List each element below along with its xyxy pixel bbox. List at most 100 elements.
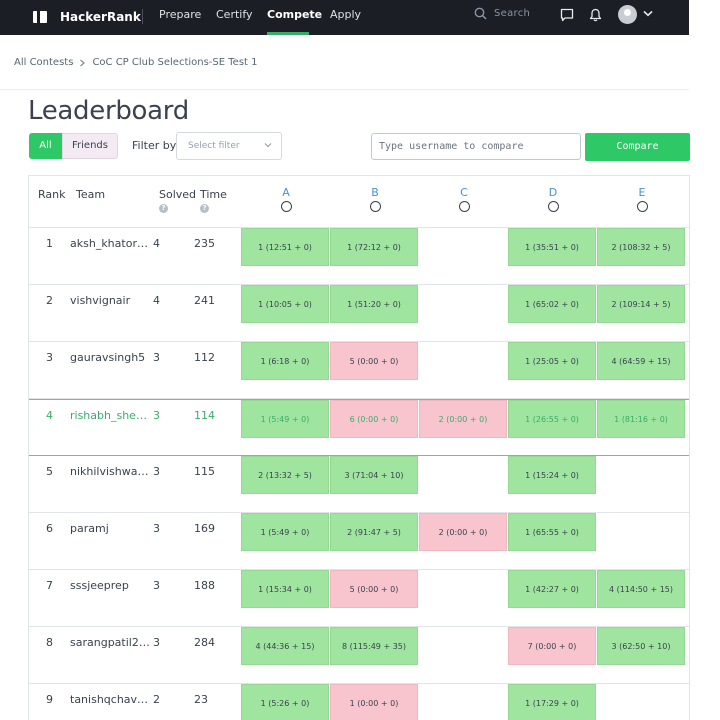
page-title: Leaderboard — [28, 96, 189, 126]
problem-link-a[interactable]: A — [278, 186, 294, 199]
problem-result-cell-d: 1 (35:51 + 0) — [508, 228, 596, 266]
time-cell: 188 — [194, 579, 215, 592]
rank-cell: 4 — [46, 409, 53, 422]
problem-result-cell-b: 2 (91:47 + 5) — [330, 513, 418, 551]
problem-result-cell-b: 8 (115:49 + 35) — [330, 627, 418, 665]
filter-all-button[interactable]: All — [29, 133, 62, 159]
time-cell: 23 — [194, 693, 208, 706]
team-cell[interactable]: aksh_khator_2… — [70, 237, 151, 250]
problem-result-cell-b: 3 (71:04 + 10) — [330, 456, 418, 494]
nav-item-apply[interactable]: Apply — [330, 0, 361, 35]
problem-result-cell-b: 1 (72:12 + 0) — [330, 228, 418, 266]
column-header-time: Time — [200, 188, 227, 201]
problem-link-e[interactable]: E — [634, 186, 650, 199]
hackerrank-logo[interactable]: HackerRank — [33, 8, 141, 26]
problem-result-cell-a: 2 (13:32 + 5) — [241, 456, 329, 494]
avatar[interactable] — [618, 5, 637, 24]
problem-result-cell-e: 3 (62:50 + 10) — [597, 627, 685, 665]
nav-item-certify[interactable]: Certify — [216, 0, 253, 35]
time-cell: 169 — [194, 522, 215, 535]
filter-select[interactable]: Select filter — [176, 132, 282, 160]
rank-cell: 6 — [46, 522, 53, 535]
time-cell: 112 — [194, 351, 215, 364]
nav-search[interactable]: Search — [474, 7, 530, 20]
breadcrumb-contest[interactable]: CoC CP Club Selections-SE Test 1 — [92, 57, 257, 68]
table-row: 7 sssjeeprep 3 188 1 (15:34 + 0) 5 (0:00 + 0)… — [29, 570, 689, 627]
problem-sort-radio-d[interactable] — [547, 201, 559, 212]
problem-header-d: D — [545, 186, 561, 212]
column-header-team: Team — [76, 188, 106, 201]
solved-help-icon[interactable]: ? — [159, 204, 168, 213]
chevron-down-icon — [264, 143, 272, 148]
nav-item-prepare[interactable]: Prepare — [159, 0, 201, 35]
table-row: 2 vishvignair 4 241 1 (10:05 + 0) 1 (51:20 + … — [29, 285, 689, 342]
team-cell[interactable]: paramj — [70, 522, 151, 535]
solved-cell: 3 — [153, 522, 160, 535]
bell-icon[interactable] — [589, 8, 602, 22]
message-icon[interactable] — [560, 8, 574, 22]
problem-header-b: B — [367, 186, 383, 212]
solved-cell: 3 — [153, 579, 160, 592]
problem-sort-radio-b[interactable] — [369, 201, 381, 212]
time-cell: 114 — [194, 409, 215, 422]
problem-result-cell-d: 1 (65:55 + 0) — [508, 513, 596, 551]
nav-separator — [142, 9, 143, 24]
breadcrumb-all-contests[interactable]: All Contests — [14, 57, 73, 68]
solved-cell: 3 — [153, 636, 160, 649]
column-header-rank: Rank — [38, 188, 66, 201]
team-cell[interactable]: sssjeeprep — [70, 579, 151, 592]
problem-result-cell-d: 1 (26:55 + 0) — [508, 400, 596, 438]
rank-cell: 9 — [46, 693, 53, 706]
problem-result-cell-b: 5 (0:00 + 0) — [330, 570, 418, 608]
problem-link-c[interactable]: C — [456, 186, 472, 199]
time-cell: 284 — [194, 636, 215, 649]
rank-cell: 7 — [46, 579, 53, 592]
solved-cell: 4 — [153, 237, 160, 250]
table-row: 9 tanishqchavan…2 23 1 (5:26 + 0)1 (0:00 + … — [29, 684, 689, 720]
problem-link-b[interactable]: B — [367, 186, 383, 199]
team-cell[interactable]: vishvignair — [70, 294, 151, 307]
problem-sort-radio-c[interactable] — [458, 201, 470, 212]
team-cell[interactable]: gauravsingh5 — [70, 351, 151, 364]
rank-cell: 8 — [46, 636, 53, 649]
problem-result-cell-b: 6 (0:00 + 0) — [330, 400, 418, 438]
column-header-solved: Solved — [159, 188, 197, 201]
team-cell[interactable]: sarangpatil2905 — [70, 636, 151, 649]
problem-header-c: C — [456, 186, 472, 212]
problem-result-cell-d: 1 (65:02 + 0) — [508, 285, 596, 323]
brand-name: HackerRank — [60, 10, 141, 24]
compare-button[interactable]: Compare — [585, 133, 690, 161]
team-cell[interactable]: nikhilvishwakar5 — [70, 465, 151, 478]
problem-header-e: E — [634, 186, 650, 212]
nav-item-compete[interactable]: Compete — [267, 0, 322, 35]
filter-friends-button[interactable]: Friends — [62, 133, 118, 159]
problem-link-d[interactable]: D — [545, 186, 561, 199]
solved-cell: 3 — [153, 465, 160, 478]
table-header: Rank Team Solved ? Time ? A B C D E — [29, 176, 689, 228]
time-cell: 235 — [194, 237, 215, 250]
problem-result-cell-d: 1 (17:29 + 0) — [508, 684, 596, 720]
compare-username-input[interactable] — [371, 133, 581, 160]
problem-header-a: A — [278, 186, 294, 212]
breadcrumb: All Contests CoC CP Club Selections-SE T… — [14, 57, 258, 68]
problem-sort-radio-a[interactable] — [280, 201, 292, 212]
team-cell[interactable]: rishabh_sheno… — [70, 409, 151, 422]
rank-cell: 3 — [46, 351, 53, 364]
rank-cell: 5 — [46, 465, 53, 478]
problem-result-cell-b: 5 (0:00 + 0) — [330, 342, 418, 380]
chevron-down-icon[interactable] — [643, 10, 653, 17]
table-row: 8 sarangpatil2905 3 284 4 (44:36 + 15) 8 (115… — [29, 627, 689, 684]
problem-result-cell-a: 1 (6:18 + 0) — [241, 342, 329, 380]
solved-cell: 3 — [153, 351, 160, 364]
time-help-icon[interactable]: ? — [200, 204, 209, 213]
problem-result-cell-d: 1 (15:24 + 0) — [508, 456, 596, 494]
problem-result-cell-d: 1 (42:27 + 0) — [508, 570, 596, 608]
problem-result-cell-e: 2 (108:32 + 5) — [597, 228, 685, 266]
problem-result-cell-d: 1 (25:05 + 0) — [508, 342, 596, 380]
problem-result-cell-b: 1 (0:00 + 0) — [330, 684, 418, 720]
problem-result-cell-a: 1 (5:49 + 0) — [241, 513, 329, 551]
team-cell[interactable]: tanishqchavan… — [70, 693, 151, 706]
solved-cell: 2 — [153, 693, 160, 706]
problem-result-cell-e: 4 (114:50 + 15) — [597, 570, 685, 608]
problem-sort-radio-e[interactable] — [636, 201, 648, 212]
